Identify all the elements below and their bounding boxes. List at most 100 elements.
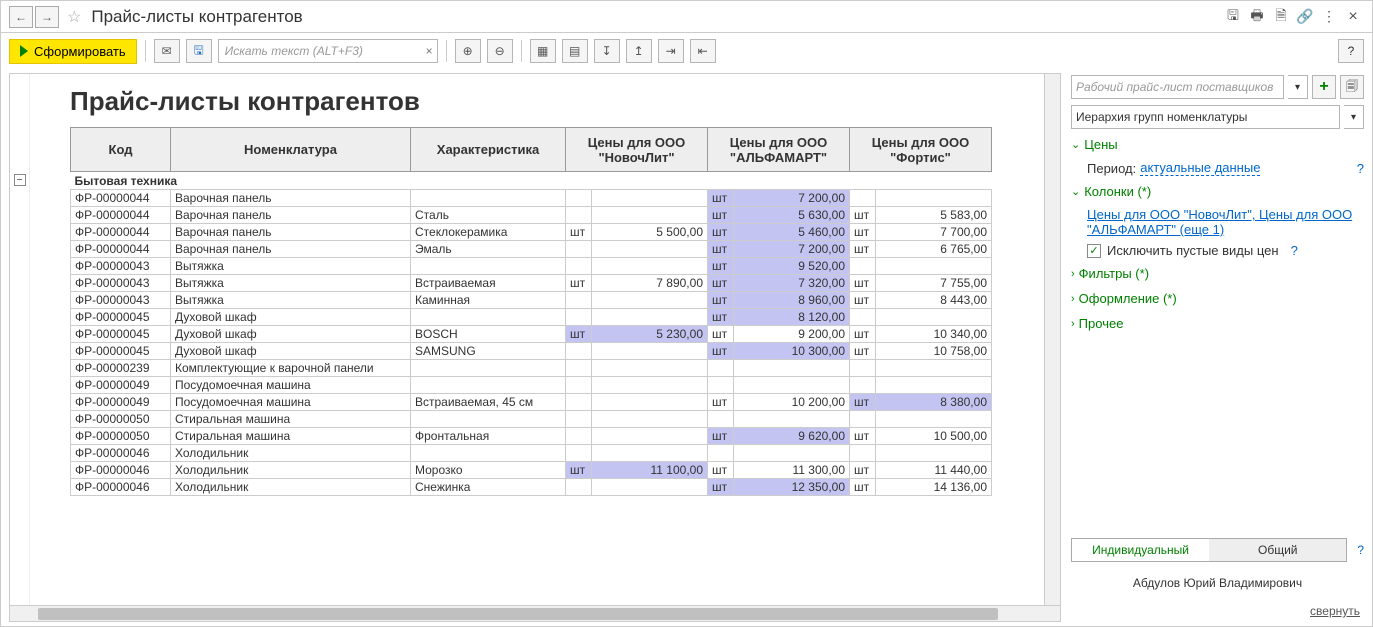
table-row[interactable]: ФР-00000046ХолодильникМорозкошт11 100,00… <box>71 462 992 479</box>
cell[interactable]: ФР-00000044 <box>71 207 171 224</box>
cell[interactable] <box>592 428 708 445</box>
cell[interactable] <box>411 309 566 326</box>
cell[interactable]: ФР-00000043 <box>71 275 171 292</box>
table-row[interactable]: ФР-00000050Стиральная машинаФронтальнаяш… <box>71 428 992 445</box>
indent-right-button[interactable]: ⇥ <box>658 39 684 63</box>
tree-collapse-toggle[interactable]: − <box>14 174 26 186</box>
cell[interactable] <box>734 411 850 428</box>
cell[interactable] <box>708 411 734 428</box>
close-button[interactable]: × <box>1342 6 1364 28</box>
section-other[interactable]: › Прочее <box>1071 314 1364 333</box>
cell[interactable]: 10 200,00 <box>734 394 850 411</box>
cell[interactable] <box>592 479 708 496</box>
generate-button[interactable]: Сформировать <box>9 39 137 64</box>
cell[interactable]: ФР-00000239 <box>71 360 171 377</box>
cell[interactable] <box>566 258 592 275</box>
cell[interactable]: ФР-00000043 <box>71 258 171 275</box>
indent-left-button[interactable]: ⇤ <box>690 39 716 63</box>
cell[interactable]: Вытяжка <box>171 292 411 309</box>
cell[interactable] <box>708 360 734 377</box>
preview-icon[interactable]: 🗎 <box>1270 6 1292 28</box>
sort-desc-button[interactable]: ↥ <box>626 39 652 63</box>
cell[interactable]: шт <box>708 275 734 292</box>
cell[interactable] <box>592 309 708 326</box>
cell[interactable] <box>566 428 592 445</box>
cell[interactable] <box>734 360 850 377</box>
cell[interactable] <box>876 258 992 275</box>
cell[interactable] <box>592 190 708 207</box>
cell[interactable] <box>592 207 708 224</box>
cell[interactable]: 12 350,00 <box>734 479 850 496</box>
cell[interactable] <box>592 343 708 360</box>
variant-combo[interactable]: Рабочий прайс-лист поставщиков <box>1071 75 1284 99</box>
link-icon[interactable]: 🔗 <box>1294 6 1316 28</box>
cell[interactable] <box>592 360 708 377</box>
section-design[interactable]: › Оформление (*) <box>1071 289 1364 308</box>
cell[interactable]: 14 136,00 <box>876 479 992 496</box>
cell[interactable]: 11 100,00 <box>592 462 708 479</box>
cell[interactable]: шт <box>708 292 734 309</box>
cell[interactable]: Холодильник <box>171 445 411 462</box>
view-common-button[interactable]: Общий <box>1209 539 1346 561</box>
nav-back-button[interactable]: ← <box>9 6 33 28</box>
cell[interactable]: 7 700,00 <box>876 224 992 241</box>
cell[interactable] <box>566 190 592 207</box>
vertical-scrollbar[interactable] <box>1044 74 1060 605</box>
cell[interactable] <box>850 377 876 394</box>
horizontal-scrollbar[interactable] <box>10 605 1060 621</box>
table-row[interactable]: ФР-00000044Варочная панельСтальшт5 630,0… <box>71 207 992 224</box>
cell[interactable] <box>566 309 592 326</box>
cell[interactable]: 5 583,00 <box>876 207 992 224</box>
cell[interactable]: Стеклокерамика <box>411 224 566 241</box>
group-row[interactable]: Бытовая техника <box>71 172 992 190</box>
cell[interactable]: 9 520,00 <box>734 258 850 275</box>
cell[interactable]: 5 630,00 <box>734 207 850 224</box>
cell[interactable]: 10 500,00 <box>876 428 992 445</box>
cell[interactable]: Встраиваемая <box>411 275 566 292</box>
table-row[interactable]: ФР-00000044Варочная панельЭмальшт7 200,0… <box>71 241 992 258</box>
table-row[interactable]: ФР-00000049Посудомоечная машина <box>71 377 992 394</box>
cell[interactable]: 5 500,00 <box>592 224 708 241</box>
cell[interactable]: 9 620,00 <box>734 428 850 445</box>
cell[interactable]: шт <box>850 394 876 411</box>
view-help-icon[interactable]: ? <box>1357 543 1364 557</box>
cell[interactable]: Посудомоечная машина <box>171 394 411 411</box>
cell[interactable]: шт <box>708 207 734 224</box>
print-icon[interactable]: 🖶 <box>1246 6 1268 28</box>
cell[interactable]: Варочная панель <box>171 224 411 241</box>
cell[interactable]: шт <box>850 224 876 241</box>
cell[interactable] <box>566 292 592 309</box>
cell[interactable]: 8 120,00 <box>734 309 850 326</box>
cell[interactable] <box>708 377 734 394</box>
add-variant-button[interactable]: + <box>1312 75 1336 99</box>
cell[interactable]: Посудомоечная машина <box>171 377 411 394</box>
exclude-empty-checkbox[interactable]: ✓ <box>1087 244 1101 258</box>
cell[interactable] <box>411 411 566 428</box>
cell[interactable]: ФР-00000045 <box>71 309 171 326</box>
cell[interactable] <box>876 411 992 428</box>
cell[interactable]: шт <box>708 394 734 411</box>
favorite-icon[interactable]: ☆ <box>67 7 81 27</box>
cell[interactable]: Духовой шкаф <box>171 309 411 326</box>
zoom-out-button[interactable]: ⊖ <box>487 39 513 63</box>
cell[interactable]: шт <box>708 190 734 207</box>
expand-all-button[interactable]: ▦ <box>530 39 556 63</box>
cell[interactable]: шт <box>566 462 592 479</box>
cell[interactable] <box>566 360 592 377</box>
cell[interactable]: 7 200,00 <box>734 241 850 258</box>
table-row[interactable]: ФР-00000046Холодильник <box>71 445 992 462</box>
cell[interactable]: 11 300,00 <box>734 462 850 479</box>
scrollbar-thumb[interactable] <box>38 608 998 620</box>
cell[interactable] <box>734 377 850 394</box>
cell[interactable]: шт <box>566 224 592 241</box>
cell[interactable]: 5 230,00 <box>592 326 708 343</box>
cell[interactable]: 8 443,00 <box>876 292 992 309</box>
cell[interactable]: Каминная <box>411 292 566 309</box>
zoom-in-button[interactable]: ⊕ <box>455 39 481 63</box>
cell[interactable]: шт <box>708 343 734 360</box>
search-input[interactable] <box>219 42 437 60</box>
cell[interactable]: Фронтальная <box>411 428 566 445</box>
cell[interactable]: 7 200,00 <box>734 190 850 207</box>
cell[interactable]: ФР-00000044 <box>71 224 171 241</box>
table-row[interactable]: ФР-00000050Стиральная машина <box>71 411 992 428</box>
